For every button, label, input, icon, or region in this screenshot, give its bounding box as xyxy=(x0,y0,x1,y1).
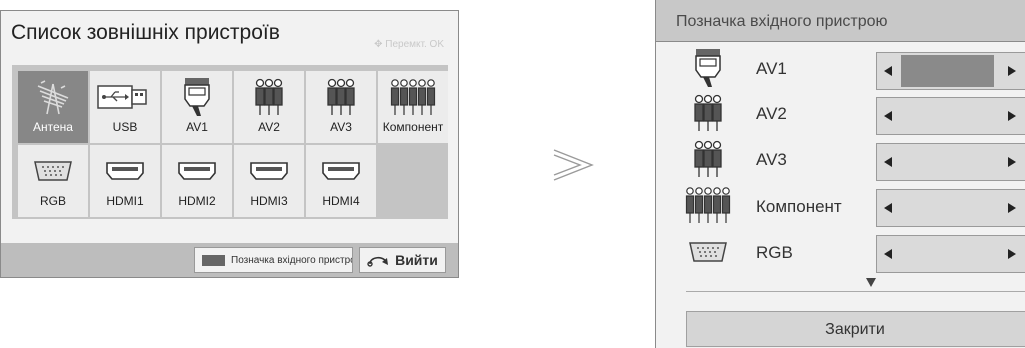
input-label-button[interactable]: Позначка вхідного пристрою xyxy=(194,247,353,273)
device-tile-hdmi4[interactable]: HDMI4 xyxy=(306,145,376,217)
right-arrow-icon[interactable] xyxy=(1008,111,1016,121)
hdmi-icon xyxy=(162,151,232,191)
vga-icon xyxy=(676,232,740,272)
device-tile-label: Компонент xyxy=(382,120,444,134)
right-arrow-icon[interactable] xyxy=(1008,66,1016,76)
left-arrow-icon[interactable] xyxy=(884,157,892,167)
rca-icon xyxy=(676,139,740,179)
vga-icon xyxy=(18,151,88,191)
device-tile-hdmi3[interactable]: HDMI3 xyxy=(234,145,304,217)
input-name-av3: AV3 xyxy=(756,150,787,169)
device-tile-label: AV3 xyxy=(330,120,352,134)
exit-button-text: Вийти xyxy=(395,252,438,268)
exit-button[interactable]: Вийти xyxy=(359,247,446,273)
input-name-rgb: RGB xyxy=(756,243,793,262)
divider xyxy=(686,291,1025,292)
close-button[interactable]: Закрити xyxy=(686,311,1025,347)
component-icon xyxy=(378,77,448,117)
scart-icon xyxy=(162,77,232,117)
dialog-header: Позначка вхідного пристрою xyxy=(656,0,1025,42)
return-icon xyxy=(367,256,389,267)
device-tile-av3[interactable]: AV3 xyxy=(306,71,376,143)
antenna-icon xyxy=(18,77,88,117)
device-tile-label: USB xyxy=(112,120,138,134)
device-tile-usb[interactable]: USB xyxy=(90,71,160,143)
device-tile-antenna[interactable]: Антена xyxy=(18,71,88,143)
device-tile-label: HDMI2 xyxy=(178,194,216,208)
scroll-down-icon[interactable] xyxy=(866,278,876,287)
close-button-text: Закрити xyxy=(825,321,885,338)
device-tile-label: HDMI1 xyxy=(106,194,144,208)
label-selector-av2[interactable] xyxy=(876,97,1025,135)
selector-highlight xyxy=(901,55,994,87)
input-label-button-text: Позначка вхідного пристрою xyxy=(231,254,353,266)
input-name-av2: AV2 xyxy=(756,104,787,123)
device-tile-label: HDMI4 xyxy=(322,194,360,208)
dialog-title: Позначка вхідного пристрою xyxy=(676,13,888,30)
right-arrow-icon[interactable] xyxy=(1008,203,1016,213)
hdmi-icon xyxy=(90,151,160,191)
device-tile-label: AV2 xyxy=(258,120,280,134)
left-arrow-icon[interactable] xyxy=(884,203,892,213)
component-icon xyxy=(676,185,740,225)
input-name-av1: AV1 xyxy=(756,59,787,78)
device-tile-component[interactable]: Компонент xyxy=(378,71,448,143)
right-arrow-icon[interactable] xyxy=(1008,249,1016,259)
left-arrow-icon[interactable] xyxy=(884,66,892,76)
hdmi-icon xyxy=(234,151,304,191)
device-tile-av1[interactable]: AV1 xyxy=(162,71,232,143)
device-tile-label: AV1 xyxy=(186,120,208,134)
bottom-bar: Позначка вхідного пристрою Вийти xyxy=(1,243,458,277)
device-tile-label: Антена xyxy=(33,120,73,134)
transition-arrow-icon xyxy=(552,148,596,187)
device-tile-label: HDMI3 xyxy=(250,194,288,208)
label-selector-av1[interactable] xyxy=(876,52,1025,90)
scart-icon xyxy=(676,48,740,88)
device-grid: Антена USB AV1 AV2 AV3 Компонент RGB HDM… xyxy=(12,65,448,219)
move-icon: ✥ xyxy=(374,39,386,50)
rca-icon xyxy=(306,77,376,117)
color-key-icon xyxy=(202,254,225,266)
device-tile-hdmi2[interactable]: HDMI2 xyxy=(162,145,232,217)
left-arrow-icon[interactable] xyxy=(884,249,892,259)
device-tile-hdmi1[interactable]: HDMI1 xyxy=(90,145,160,217)
left-arrow-icon[interactable] xyxy=(884,111,892,121)
device-tile-rgb[interactable]: RGB xyxy=(18,145,88,217)
navigation-hint-text: Перемкт. OK xyxy=(385,39,444,50)
hdmi-icon xyxy=(306,151,376,191)
device-tile-label: RGB xyxy=(39,194,66,208)
device-list-title: Список зовнішніх пристроїв xyxy=(11,21,280,44)
rca-icon xyxy=(676,93,740,133)
rca-icon xyxy=(234,77,304,117)
label-selector-rgb[interactable] xyxy=(876,235,1025,273)
device-tile-av2[interactable]: AV2 xyxy=(234,71,304,143)
label-selector-component[interactable] xyxy=(876,189,1025,227)
device-list-panel: Список зовнішніх пристроїв ✥ Перемкт. OK… xyxy=(0,10,459,278)
navigation-hint: ✥ Перемкт. OK xyxy=(374,39,444,50)
right-arrow-icon[interactable] xyxy=(1008,157,1016,167)
usb-icon xyxy=(90,77,160,117)
input-name-component: Компонент xyxy=(756,197,842,216)
label-selector-av3[interactable] xyxy=(876,143,1025,181)
input-label-dialog: Позначка вхідного пристрою AV1 AV2 AV3 К… xyxy=(655,0,1025,348)
